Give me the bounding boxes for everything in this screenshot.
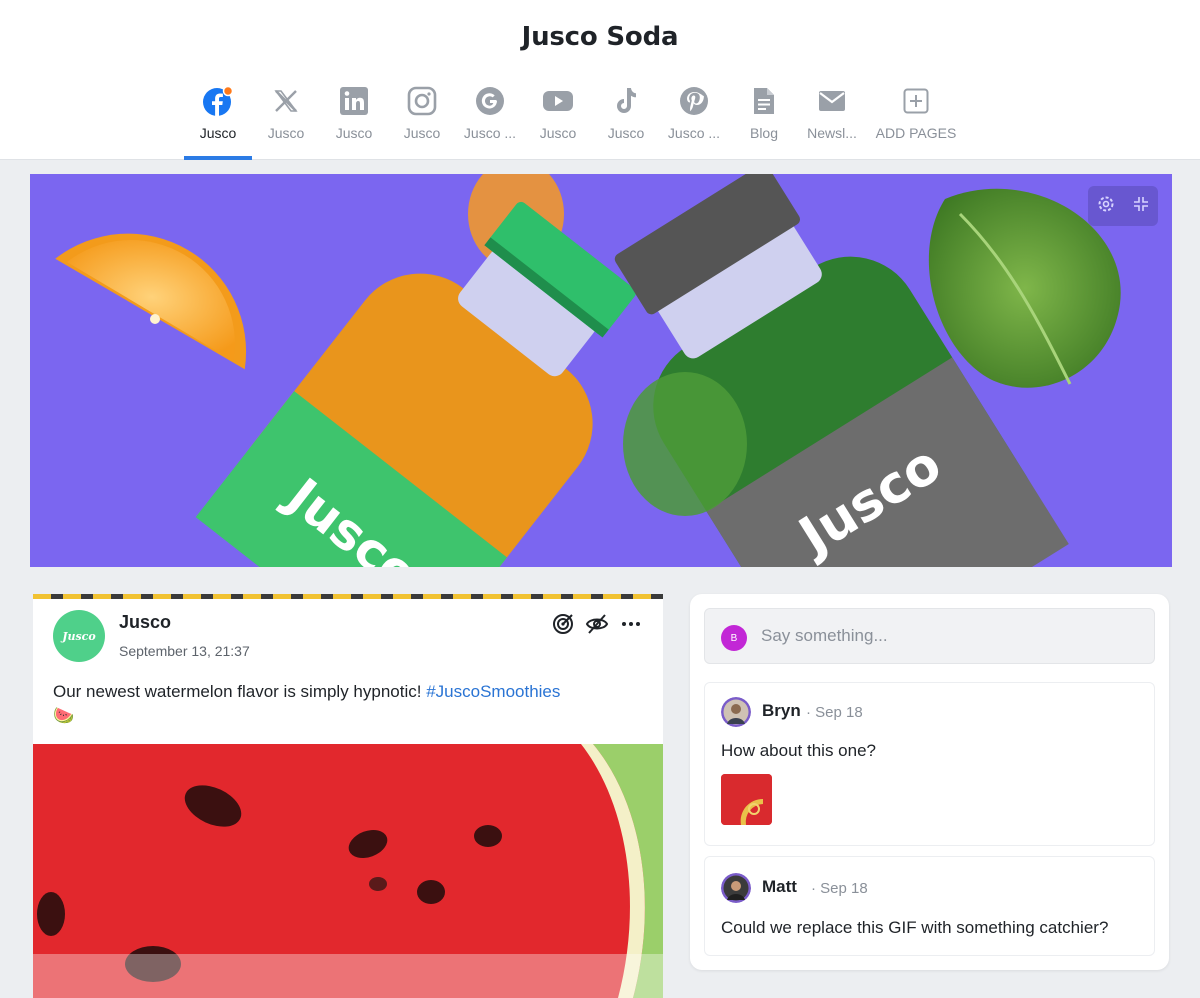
linkedin-icon: [338, 85, 370, 117]
tab-tiktok[interactable]: Jusco: [592, 84, 660, 160]
target-icon[interactable]: [551, 612, 575, 636]
comments-panel: B Bryn · Sep 18 How about this one? Matt…: [690, 594, 1169, 970]
cover-artwork: Jusco Jusco: [55, 174, 1121, 567]
post-hashtag[interactable]: #JuscoSmoothies: [426, 682, 560, 701]
post-date: September 13, 21:37: [119, 643, 250, 659]
comment-text: Could we replace this GIF with something…: [721, 918, 1109, 937]
post-body: Our newest watermelon flavor is simply h…: [53, 680, 653, 728]
post-card: Jusco Jusco September 13, 21:37 Our newe…: [33, 594, 663, 998]
tiktok-icon: [610, 85, 642, 117]
tab-instagram[interactable]: Jusco: [388, 84, 456, 160]
tab-youtube[interactable]: Jusco: [524, 84, 592, 160]
comment-date: · Sep 18: [806, 704, 863, 721]
post-text: Our newest watermelon flavor is simply h…: [53, 682, 427, 701]
avatar: B: [721, 625, 747, 651]
avatar: Jusco: [53, 610, 105, 662]
facebook-icon: [202, 85, 234, 117]
youtube-icon: [542, 85, 574, 117]
instagram-icon: [406, 85, 438, 117]
comment-text: How about this one?: [721, 741, 876, 760]
x-icon: [270, 85, 302, 117]
tab-label: Jusco: [199, 125, 237, 141]
tab-newsletter[interactable]: Newsl...: [798, 84, 866, 160]
tab-label: Blog: [749, 125, 779, 141]
cover-image: Jusco Jusco: [30, 174, 1172, 567]
tab-add-pages[interactable]: ADD PAGES: [870, 84, 962, 160]
tab-label: ADD PAGES: [875, 125, 957, 141]
post-image[interactable]: [33, 744, 663, 998]
tab-pinterest[interactable]: Jusco ...: [660, 84, 728, 160]
comment-author: Bryn: [762, 701, 801, 720]
comment-author: Matt: [762, 877, 797, 896]
orange-slice: [55, 233, 247, 370]
post-emoji: 🍉: [53, 706, 75, 725]
avatar: [721, 697, 751, 727]
add-icon: [900, 85, 932, 117]
tab-label: Jusco ...: [667, 125, 721, 141]
more-icon[interactable]: [619, 612, 643, 636]
tab-label: Jusco: [335, 125, 373, 141]
comment-attachment[interactable]: [721, 774, 772, 825]
page-header: Jusco Soda Jusco Jusco Jusco Jusco Jusco…: [0, 0, 1200, 160]
tab-label: Jusco: [403, 125, 441, 141]
tab-facebook[interactable]: Jusco: [184, 84, 252, 160]
tab-linkedin[interactable]: Jusco: [320, 84, 388, 160]
comment-date: · Sep 18: [811, 880, 868, 897]
eye-off-icon[interactable]: [585, 612, 609, 636]
tab-label: Jusco: [607, 125, 645, 141]
bottle-left: Jusco: [195, 201, 636, 567]
comment-input[interactable]: [761, 609, 1141, 663]
post-status-stripe: [33, 594, 663, 599]
tab-label: Jusco: [539, 125, 577, 141]
collapse-icon[interactable]: [1132, 195, 1150, 218]
google-icon: [474, 85, 506, 117]
leaf-blur: [623, 372, 747, 516]
tab-x[interactable]: Jusco: [252, 84, 320, 160]
gear-icon[interactable]: [1096, 194, 1116, 219]
tab-label: Newsl...: [807, 125, 857, 141]
post-actions: [551, 612, 643, 636]
comment-item: Matt · Sep 18 Could we replace this GIF …: [704, 856, 1155, 956]
tab-label: Jusco: [267, 125, 305, 141]
avatar: [721, 873, 751, 903]
post-author: Jusco: [119, 612, 172, 632]
tab-label: Jusco ...: [463, 125, 517, 141]
tab-blog[interactable]: Blog: [730, 84, 798, 160]
page-title: Jusco Soda: [521, 22, 679, 52]
cover-controls: [1088, 186, 1158, 226]
comment-item: Bryn · Sep 18 How about this one?: [704, 682, 1155, 846]
mail-icon: [816, 85, 848, 117]
tab-google[interactable]: Jusco ...: [456, 84, 524, 160]
document-icon: [748, 85, 780, 117]
pinterest-icon: [678, 85, 710, 117]
comment-composer: B: [704, 608, 1155, 664]
